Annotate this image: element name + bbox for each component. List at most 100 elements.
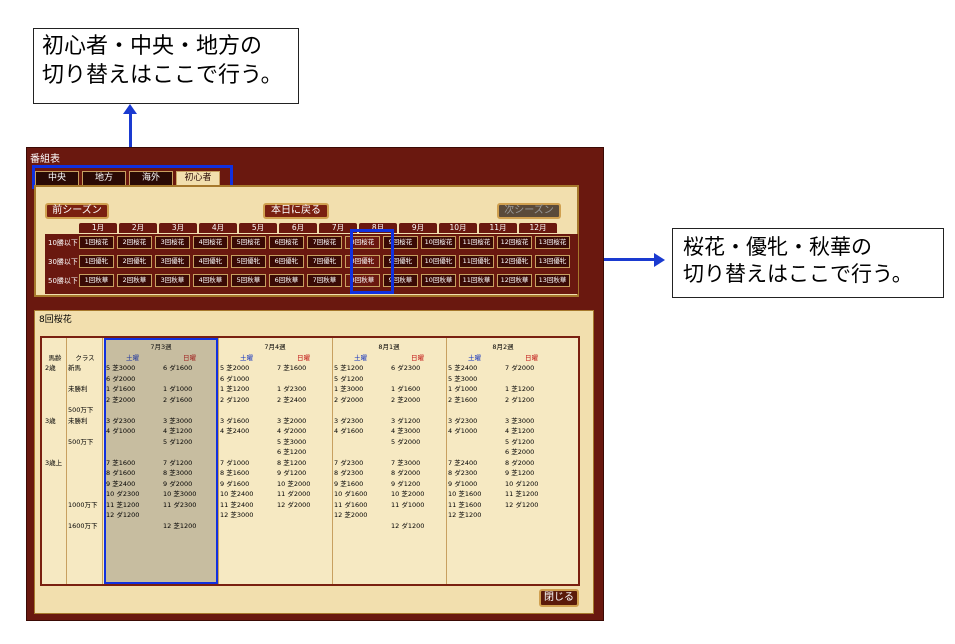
race-button[interactable]: 6回秋華 (269, 274, 304, 287)
race-entry: 7 芝1600 (106, 458, 136, 467)
race-entry: 2 芝2000 (106, 395, 136, 404)
week-header: 8月2週 (492, 343, 514, 351)
callout-line: 初心者・中央・地方の (42, 34, 263, 59)
prev-season-button[interactable]: 前シーズン (45, 203, 109, 219)
race-entry: 7 ダ2300 (334, 458, 364, 467)
sun-header: 日曜 (411, 354, 424, 362)
race-button[interactable]: 12回秋華 (497, 274, 532, 287)
race-button[interactable]: 11回優牝 (459, 255, 494, 268)
race-button[interactable]: 2回優牝 (117, 255, 152, 268)
age-label: 3歳 (45, 416, 56, 425)
race-entry: 5 ダ2000 (391, 437, 421, 446)
race-entry: 10 芝2000 (391, 490, 425, 498)
race-entry: 9 ダ1600 (220, 479, 250, 488)
race-button[interactable]: 12回優牝 (497, 255, 532, 268)
next-season-button[interactable]: 次シーズン (497, 203, 561, 219)
race-button[interactable]: 10回秋華 (421, 274, 456, 287)
race-button[interactable]: 5回桜花 (231, 236, 266, 249)
race-button[interactable]: 7回秋華 (307, 274, 342, 287)
race-entry: 5 芝3000 (277, 437, 307, 446)
race-entry: 7 芝1600 (277, 364, 307, 372)
race-button[interactable]: 12回桜花 (497, 236, 532, 249)
race-row-label: 30勝以下 (48, 258, 78, 266)
race-entry: 1 ダ1000 (448, 385, 478, 393)
race-entry: 5 芝2400 (448, 364, 478, 372)
race-entry: 11 ダ1000 (391, 500, 425, 509)
race-button[interactable]: 13回優牝 (535, 255, 570, 268)
race-button[interactable]: 7回桜花 (307, 236, 342, 249)
race-button[interactable]: 5回優牝 (231, 255, 266, 268)
race-entry: 4 ダ1000 (448, 427, 478, 435)
class-label: 未勝利 (68, 385, 88, 393)
race-entry: 2 ダ1200 (220, 395, 250, 404)
race-button[interactable]: 1回桜花 (79, 236, 114, 249)
race-entry: 7 ダ2000 (505, 364, 535, 372)
race-grid: 10勝以下 1回桜花 2回桜花 3回桜花 4回桜花 5回桜花 6回桜花 7回桜花 8回桜花 9回桜… (45, 234, 578, 294)
race-entry: 2 ダ2000 (334, 395, 364, 404)
race-button[interactable]: 5回秋華 (231, 274, 266, 287)
callout-line: 切り替えはここで行う。 (42, 62, 283, 88)
schedule-panel: 8回桜花 馬齢 クラス 7月3週 土曜 日曜 7月4週 土曜 日曜 8月1週 土曜 日曜 8月2週 土曜… (34, 310, 594, 614)
race-entry: 1 ダ2300 (277, 385, 307, 393)
race-entry: 12 芝2000 (334, 511, 368, 519)
month-label: 2月 (119, 223, 157, 233)
race-entry: 4 ダ1600 (334, 427, 364, 435)
class-label: 1000万下 (68, 500, 98, 509)
race-button[interactable]: 10回優牝 (421, 255, 456, 268)
class-label: 新馬 (68, 364, 81, 372)
race-entry: 6 ダ1000 (220, 374, 250, 383)
race-button[interactable]: 3回優牝 (155, 255, 190, 268)
race-button[interactable]: 4回秋華 (193, 274, 228, 287)
grid-line (102, 338, 103, 584)
grid-line (218, 338, 219, 584)
race-entry: 1 ダ1600 (106, 385, 136, 393)
race-entry: 11 芝1600 (448, 500, 482, 509)
month-label: 1月 (79, 223, 117, 233)
grid-line (332, 338, 333, 584)
race-button[interactable]: 11回秋華 (459, 274, 494, 287)
sun-header: 日曜 (525, 354, 538, 362)
race-button[interactable]: 1回優牝 (79, 255, 114, 268)
race-entry: 3 ダ2300 (106, 416, 136, 425)
race-entry: 4 芝3000 (391, 427, 421, 435)
race-button[interactable]: 11回桜花 (459, 236, 494, 249)
race-button[interactable]: 10回桜花 (421, 236, 456, 249)
month-label: 5月 (239, 223, 277, 233)
race-entry: 1 ダ1600 (391, 385, 421, 393)
race-entry: 12 ダ1200 (106, 511, 140, 519)
today-button[interactable]: 本日に戻る (263, 203, 329, 219)
race-button[interactable]: 2回秋華 (117, 274, 152, 287)
race-entry: 3 ダ1600 (220, 416, 250, 425)
race-entry: 12 ダ2000 (277, 500, 311, 509)
race-entry: 1 ダ1000 (163, 385, 193, 393)
race-button[interactable]: 13回秋華 (535, 274, 570, 287)
race-entry: 9 芝1600 (334, 479, 364, 488)
race-button[interactable]: 4回桜花 (193, 236, 228, 249)
race-entry: 6 ダ1600 (163, 364, 193, 372)
age-header: 馬齢 (48, 354, 62, 362)
race-entry: 10 芝3000 (163, 490, 197, 498)
race-button[interactable]: 6回優牝 (269, 255, 304, 268)
race-button[interactable]: 2回桜花 (117, 236, 152, 249)
race-entry: 3 芝2000 (277, 416, 307, 425)
callout-line: 切り替えはここで行う。 (683, 262, 913, 287)
race-entry: 3 芝3000 (505, 416, 535, 425)
race-entry: 10 芝1600 (448, 490, 482, 498)
race-button[interactable]: 13回桜花 (535, 236, 570, 249)
race-entry: 3 ダ1200 (391, 416, 421, 425)
month-label: 12月 (519, 223, 557, 233)
race-button[interactable]: 7回優牝 (307, 255, 342, 268)
race-button[interactable]: 4回優牝 (193, 255, 228, 268)
race-row-label: 50勝以下 (48, 277, 78, 285)
race-entry: 9 芝1200 (505, 469, 535, 477)
age-label: 2歳 (45, 364, 56, 372)
race-entry: 2 芝2000 (391, 395, 421, 404)
race-entry: 1 芝1200 (505, 385, 535, 393)
race-button[interactable]: 3回秋華 (155, 274, 190, 287)
class-label: 500万下 (68, 406, 94, 414)
callout-races: 桜花・優牝・秋華の 切り替えはここで行う。 (672, 228, 944, 298)
race-button[interactable]: 3回桜花 (155, 236, 190, 249)
race-button[interactable]: 6回桜花 (269, 236, 304, 249)
race-button[interactable]: 1回秋華 (79, 274, 114, 287)
close-button[interactable]: 閉じる (539, 589, 579, 607)
